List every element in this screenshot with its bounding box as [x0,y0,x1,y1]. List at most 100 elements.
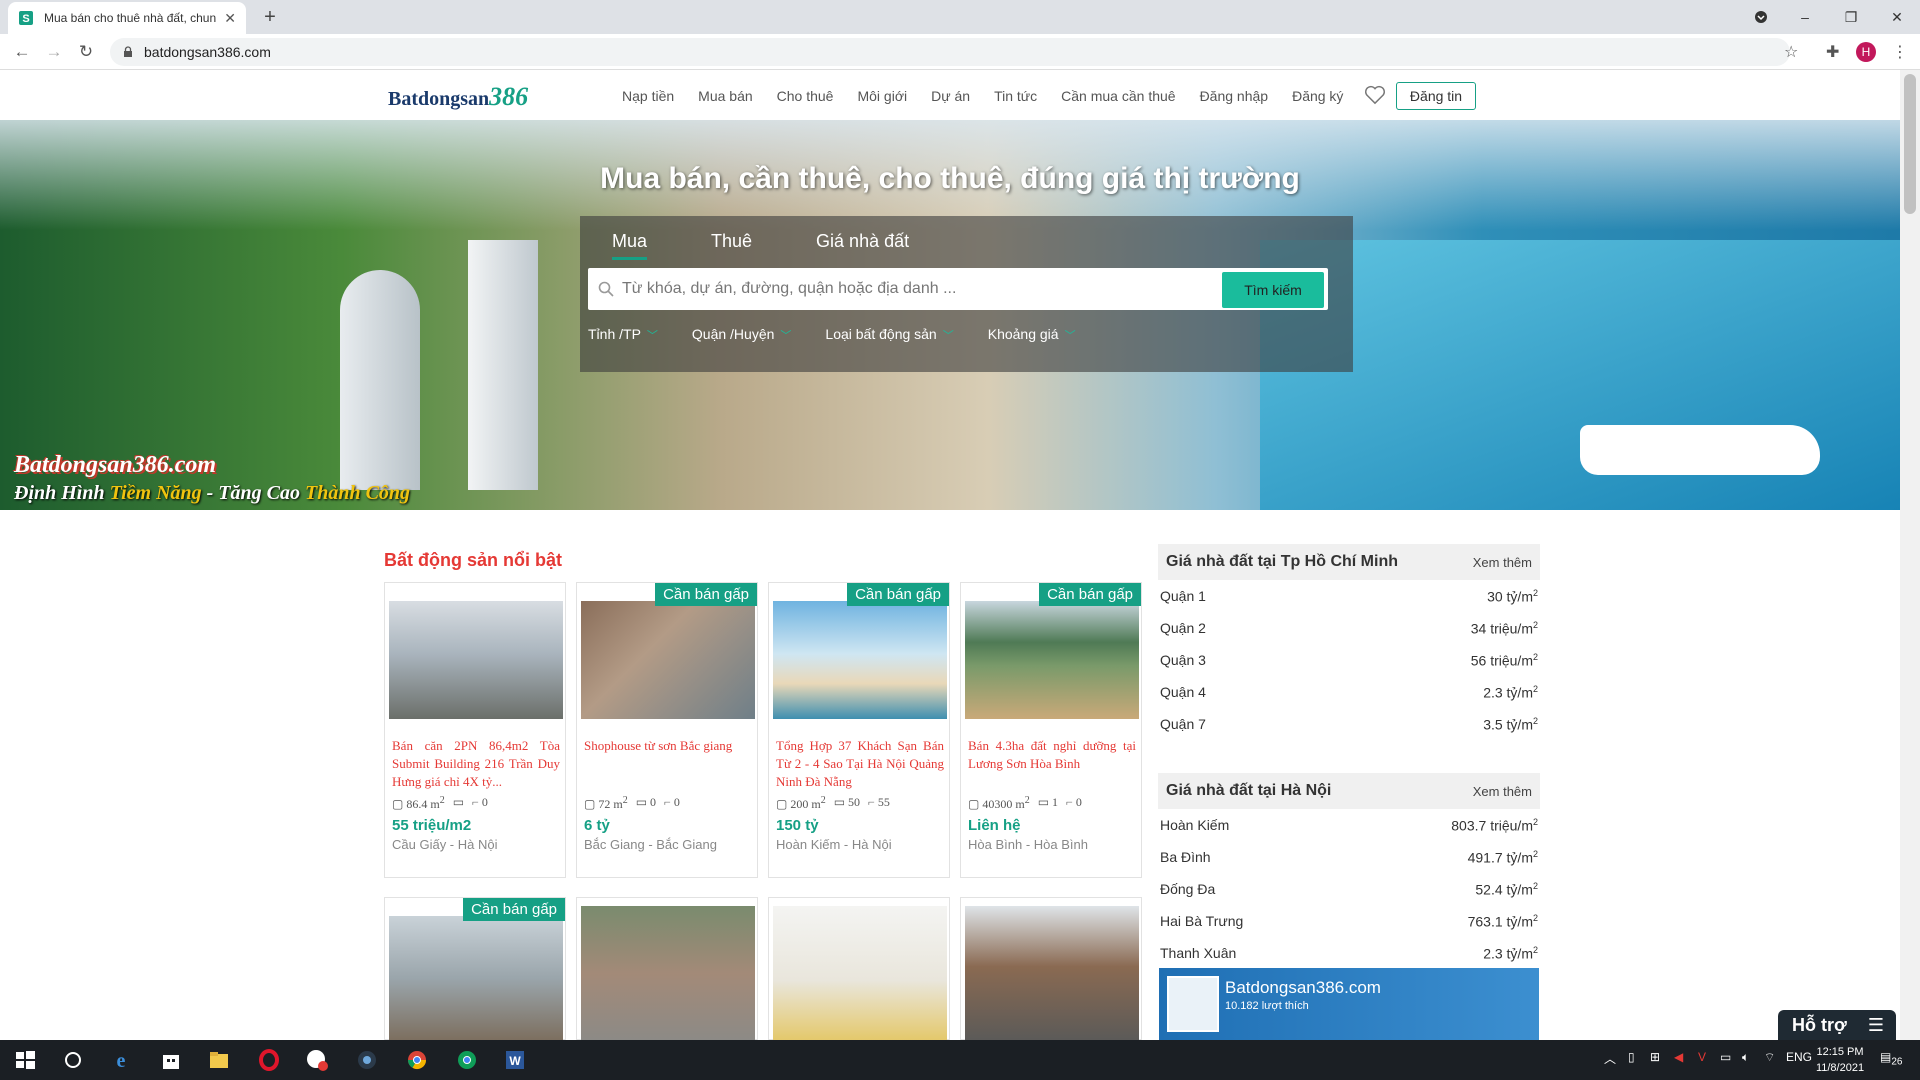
minimize-icon[interactable]: – [1782,0,1828,34]
url-field[interactable]: batdongsan386.com [110,38,1790,66]
nav-item-nap-tien[interactable]: Nạp tiền [622,88,674,104]
listing-meta: ▢ 72 m2 ▭ 0 ⌐ 0 [584,795,680,812]
tab-thue[interactable]: Thuê [679,226,784,256]
tray-overflow-icon[interactable]: ︿ [1604,1050,1616,1067]
opera-icon[interactable] [256,1048,282,1072]
price-row[interactable]: Thanh Xuân 2.3 tỷ/m2 [1158,937,1540,969]
taskbar-clock[interactable]: 12:15 PM 11/8/2021 [1812,1044,1868,1076]
tab-mua[interactable]: Mua [580,226,679,260]
tab-gia-nha-dat[interactable]: Giá nhà đất [784,226,941,256]
listing-card[interactable]: Cần bán gấp Bán 4.3ha đất nghỉ dưỡng tại… [960,582,1142,878]
see-more-link[interactable]: Xem thêm [1473,555,1532,570]
page-scrollbar[interactable] [1900,70,1920,1040]
nav-item-moi-gioi[interactable]: Môi giới [857,88,907,104]
price-row[interactable]: Quận 4 2.3 tỷ/m2 [1158,676,1540,708]
chrome-icon[interactable] [404,1048,430,1072]
windows-start-icon[interactable] [12,1048,38,1072]
listing-card[interactable]: Bán căn 2PN 86,4m2 Tòa Submit Building 2… [384,582,566,878]
antivirus-icon[interactable]: ◀ [1674,1050,1683,1064]
facebook-page-widget[interactable]: Batdongsan386.com 10.182 lượt thích [1159,968,1539,1040]
listing-title[interactable]: Bán căn 2PN 86,4m2 Tòa Submit Building 2… [392,737,560,791]
see-more-link[interactable]: Xem thêm [1473,784,1532,799]
price-row[interactable]: Quận 7 3.5 tỷ/m2 [1158,708,1540,740]
browser-tab[interactable]: S Mua bán cho thuê nhà đất, chun ✕ [8,2,246,34]
chat-app-icon[interactable] [304,1048,330,1072]
chrome-profile-icon[interactable] [454,1048,480,1072]
clock-date: 11/8/2021 [1815,1062,1865,1074]
listing-card[interactable] [768,897,950,1041]
price-row[interactable]: Quận 1 30 tỷ/m2 [1158,580,1540,612]
featured-section-title: Bất động sản nổi bật [384,550,562,570]
word-icon[interactable]: W [502,1048,528,1072]
restore-icon[interactable]: ❐ [1828,0,1874,34]
extensions-icon[interactable]: ✚ [1826,42,1839,62]
urgent-badge: Cần bán gấp [847,583,949,606]
forward-icon[interactable]: → [42,42,66,62]
price-row[interactable]: Quận 3 56 triệu/m2 [1158,644,1540,676]
camera-app-icon[interactable] [354,1048,380,1072]
volume-icon[interactable]: 🔈︎ [1742,1050,1749,1065]
listing-title[interactable]: Shophouse từ sơn Bắc giang [584,737,752,791]
usb-icon[interactable]: ▯ [1628,1050,1635,1064]
nav-item-dang-nhap[interactable]: Đăng nhập [1200,88,1269,104]
store-icon[interactable] [158,1048,184,1072]
bookmark-star-icon[interactable]: ☆ [1784,42,1798,62]
windows-taskbar: e W ︿ ▯ ⊞ ◀ V ▭ 🔈︎ ⌔ ENG 12:15 PM 11/8/2… [0,1040,1920,1080]
listing-card[interactable]: Cần bán gấp Tổng Hợp 37 Khách Sạn Bán Từ… [768,582,950,878]
listing-card[interactable] [960,897,1142,1041]
file-explorer-icon[interactable] [206,1048,232,1072]
nav-item-du-an[interactable]: Dự án [931,88,970,104]
site-logo[interactable]: Batdongsan386 [388,82,528,112]
network-app-icon[interactable]: ⊞ [1650,1050,1660,1064]
hero-slogan-site: Batdongsan386.com [14,452,217,478]
search-circle-icon[interactable] [60,1048,86,1072]
nav-item-tin-tuc[interactable]: Tin tức [994,88,1037,104]
reload-icon[interactable]: ↻ [74,42,98,62]
browser-tab-bar: S Mua bán cho thuê nhà đất, chun ✕ + – ❐… [0,0,1920,34]
nav-item-cho-thue[interactable]: Cho thuê [777,88,834,104]
filter-district[interactable]: Quận /Huyện ﹀ [692,326,792,343]
bath-icon: ⌐ 55 [868,795,890,809]
nav-item-can-mua-can-thue[interactable]: Cần mua cần thuê [1061,88,1175,104]
price-row[interactable]: Đống Đa 52.4 tỷ/m2 [1158,873,1540,905]
listing-price: 6 tỷ [584,817,610,834]
window-close-icon[interactable]: ✕ [1874,0,1920,34]
profile-avatar[interactable]: H [1856,42,1876,62]
filter-province[interactable]: Tỉnh /TP ﹀ [588,326,658,343]
tab-close-icon[interactable]: ✕ [224,10,236,27]
new-tab-icon[interactable]: + [258,6,282,29]
nav-item-mua-ban[interactable]: Mua bán [698,88,752,104]
listing-card[interactable]: Cần bán gấp Shophouse từ sơn Bắc giang ▢… [576,582,758,878]
v-app-icon[interactable]: V [1698,1050,1706,1064]
filter-price-range[interactable]: Khoảng giá ﹀ [988,326,1076,343]
urgent-badge: Cần bán gấp [463,898,565,921]
price-row[interactable]: Ba Đình 491.7 tỷ/m2 [1158,841,1540,873]
notification-icon[interactable]: ▤26 [1880,1050,1902,1067]
bed-icon: ▭ 50 [833,795,861,809]
price-row[interactable]: Quận 2 34 triệu/m2 [1158,612,1540,644]
battery-icon[interactable]: ▭ [1720,1050,1731,1064]
tab-search-icon[interactable] [1738,0,1784,34]
menu-icon[interactable]: ⋮ [1892,42,1908,62]
favorite-heart-icon[interactable] [1364,85,1386,105]
listing-title[interactable]: Tổng Hợp 37 Khách Sạn Bán Từ 2 - 4 Sao T… [776,737,944,791]
listing-card[interactable]: Cần bán gấp [384,897,566,1041]
support-button[interactable]: Hỗ trợ ☰ [1778,1010,1896,1040]
back-icon[interactable]: ← [10,42,34,62]
edge-icon[interactable]: e [108,1048,134,1072]
post-listing-button[interactable]: Đăng tin [1396,82,1476,110]
scrollbar-thumb[interactable] [1904,74,1916,214]
hero-cruise-ship [1580,425,1820,475]
filter-property-type[interactable]: Loại bất động sản ﹀ [825,326,953,343]
nav-item-dang-ky[interactable]: Đăng ký [1292,88,1343,104]
main-nav: Nạp tiền Mua bán Cho thuê Môi giới Dự án… [622,88,1343,104]
listing-title[interactable]: Bán 4.3ha đất nghỉ dưỡng tại Lương Sơn H… [968,737,1136,791]
language-indicator[interactable]: ENG [1786,1050,1812,1064]
price-row[interactable]: Hai Bà Trưng 763.1 tỷ/m2 [1158,905,1540,937]
price-row[interactable]: Hoàn Kiếm 803.7 triệu/m2 [1158,809,1540,841]
search-button[interactable]: Tìm kiếm [1222,272,1324,308]
search-icon [598,281,614,297]
listing-card[interactable] [576,897,758,1041]
fb-page-name[interactable]: Batdongsan386.com [1225,978,1381,998]
wifi-icon[interactable]: ⌔ [1764,1050,1775,1065]
